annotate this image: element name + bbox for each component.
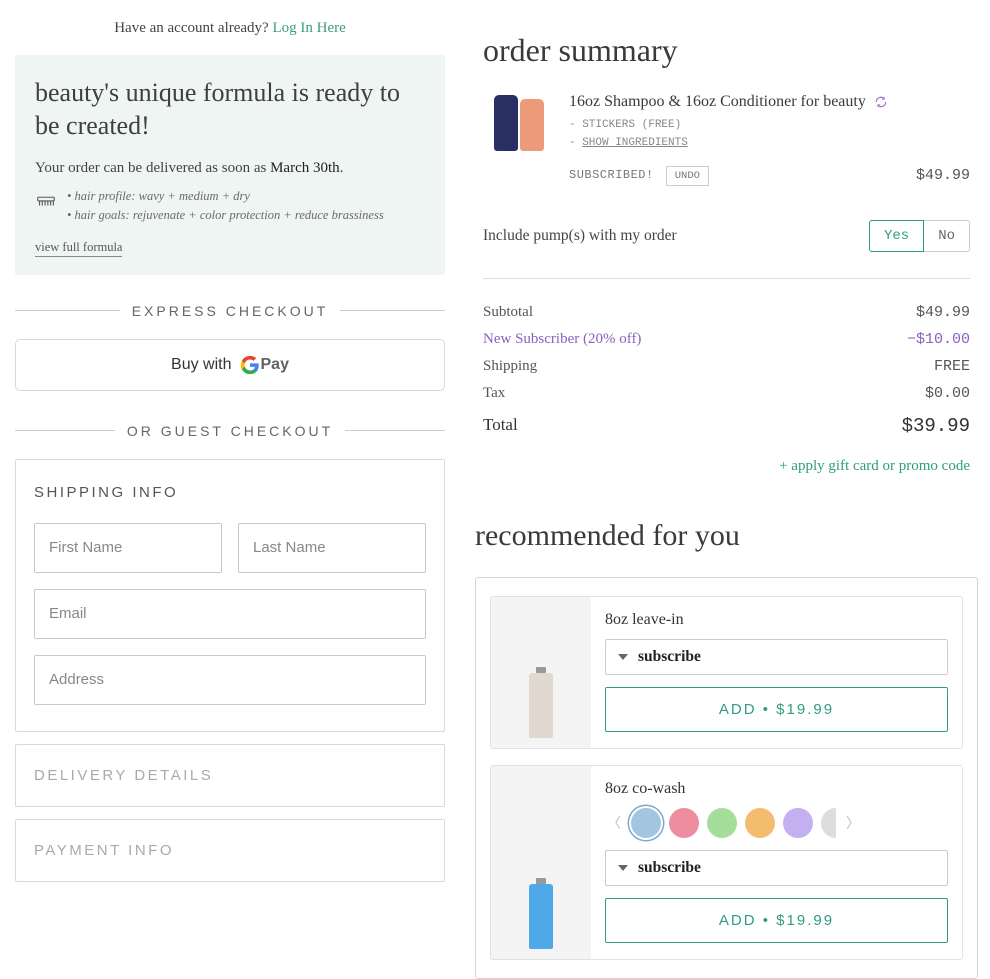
express-checkout-heading: EXPRESS CHECKOUT [15, 303, 445, 319]
chevron-down-icon [618, 865, 628, 871]
chevron-down-icon [618, 654, 628, 660]
login-prompt: Have an account already? Log In Here [15, 20, 445, 37]
line-item-price: $49.99 [916, 167, 970, 184]
promo-value: −$10.00 [907, 331, 970, 348]
recommended-item: 8oz co-wash 〈 〉 [490, 765, 963, 960]
hair-profile-line: • hair profile: wavy + medium + dry [67, 187, 384, 206]
delivery-details-section[interactable]: DELIVERY DETAILS [15, 744, 445, 807]
bottle-icon [494, 95, 518, 151]
guest-checkout-heading: OR GUEST CHECKOUT [15, 423, 445, 439]
refresh-icon [874, 95, 888, 109]
product-thumbnail [483, 91, 555, 151]
recommended-thumbnail [491, 766, 591, 959]
tax-label: Tax [483, 385, 505, 402]
shipping-info-title: SHIPPING INFO [34, 484, 426, 501]
email-field[interactable] [34, 589, 426, 639]
include-pumps-label: Include pump(s) with my order [483, 227, 677, 245]
add-button[interactable]: ADD • $19.99 [605, 687, 948, 732]
stickers-meta: - STICKERS (FREE) [569, 119, 970, 131]
google-pay-button[interactable]: Buy with Pay [15, 339, 445, 391]
show-ingredients-row: - SHOW INGREDIENTS [569, 137, 970, 149]
promo-label: New Subscriber (20% off) [483, 331, 641, 348]
order-summary-title: order summary [483, 32, 978, 69]
tax-value: $0.00 [925, 385, 970, 402]
swatch-next-icon[interactable]: 〉 [844, 813, 862, 833]
color-swatch[interactable] [783, 808, 813, 838]
color-swatch[interactable] [745, 808, 775, 838]
recommended-box: 8oz leave-in subscribe ADD • $19.99 8oz … [475, 577, 978, 979]
subscribed-badge: SUBSCRIBED! [569, 168, 654, 182]
bottle-icon [529, 673, 553, 738]
apply-promo-link[interactable]: + apply gift card or promo code [483, 458, 970, 475]
first-name-field[interactable] [34, 523, 222, 573]
subtotal-value: $49.99 [916, 304, 970, 321]
view-full-formula-link[interactable]: view full formula [35, 240, 122, 257]
shipping-info-panel: SHIPPING INFO [15, 459, 445, 732]
hair-goals-line: • hair goals: rejuvenate + color protect… [67, 206, 384, 225]
shipping-label: Shipping [483, 358, 537, 375]
login-link[interactable]: Log In Here [272, 20, 345, 36]
last-name-field[interactable] [238, 523, 426, 573]
bottle-icon [529, 884, 553, 949]
bottle-icon [520, 99, 544, 151]
color-swatch-row: 〈 〉 [605, 808, 948, 838]
formula-title: beauty's unique formula is ready to be c… [35, 77, 425, 142]
color-swatch-partial[interactable] [821, 808, 836, 838]
subscribe-dropdown[interactable]: subscribe [605, 850, 948, 886]
pump-yes-button[interactable]: Yes [869, 220, 924, 252]
total-label: Total [483, 415, 518, 437]
shipping-value: FREE [934, 358, 970, 375]
pump-no-button[interactable]: No [923, 220, 970, 252]
color-swatch[interactable] [631, 808, 661, 838]
undo-button[interactable]: UNDO [666, 166, 709, 186]
add-button[interactable]: ADD • $19.99 [605, 898, 948, 943]
swatch-prev-icon[interactable]: 〈 [605, 813, 623, 833]
address-field[interactable] [34, 655, 426, 705]
pump-toggle: Yes No [869, 220, 970, 252]
comb-icon [35, 189, 57, 211]
color-swatch[interactable] [669, 808, 699, 838]
recommended-product-name: 8oz co-wash [605, 780, 948, 798]
product-name: 16oz Shampoo & 16oz Conditioner for beau… [569, 91, 970, 113]
google-pay-icon: Pay [240, 355, 289, 375]
formula-box: beauty's unique formula is ready to be c… [15, 55, 445, 275]
subtotal-label: Subtotal [483, 304, 533, 321]
payment-info-section[interactable]: PAYMENT INFO [15, 819, 445, 882]
subscribe-dropdown[interactable]: subscribe [605, 639, 948, 675]
total-value: $39.99 [902, 415, 970, 437]
order-summary-box: 16oz Shampoo & 16oz Conditioner for beau… [475, 91, 978, 475]
recommended-title: recommended for you [475, 519, 978, 553]
show-ingredients-link[interactable]: SHOW INGREDIENTS [582, 137, 688, 149]
delivery-line: Your order can be delivered as soon as M… [35, 160, 425, 177]
recommended-thumbnail [491, 597, 591, 748]
color-swatch[interactable] [707, 808, 737, 838]
recommended-product-name: 8oz leave-in [605, 611, 948, 629]
recommended-item: 8oz leave-in subscribe ADD • $19.99 [490, 596, 963, 749]
